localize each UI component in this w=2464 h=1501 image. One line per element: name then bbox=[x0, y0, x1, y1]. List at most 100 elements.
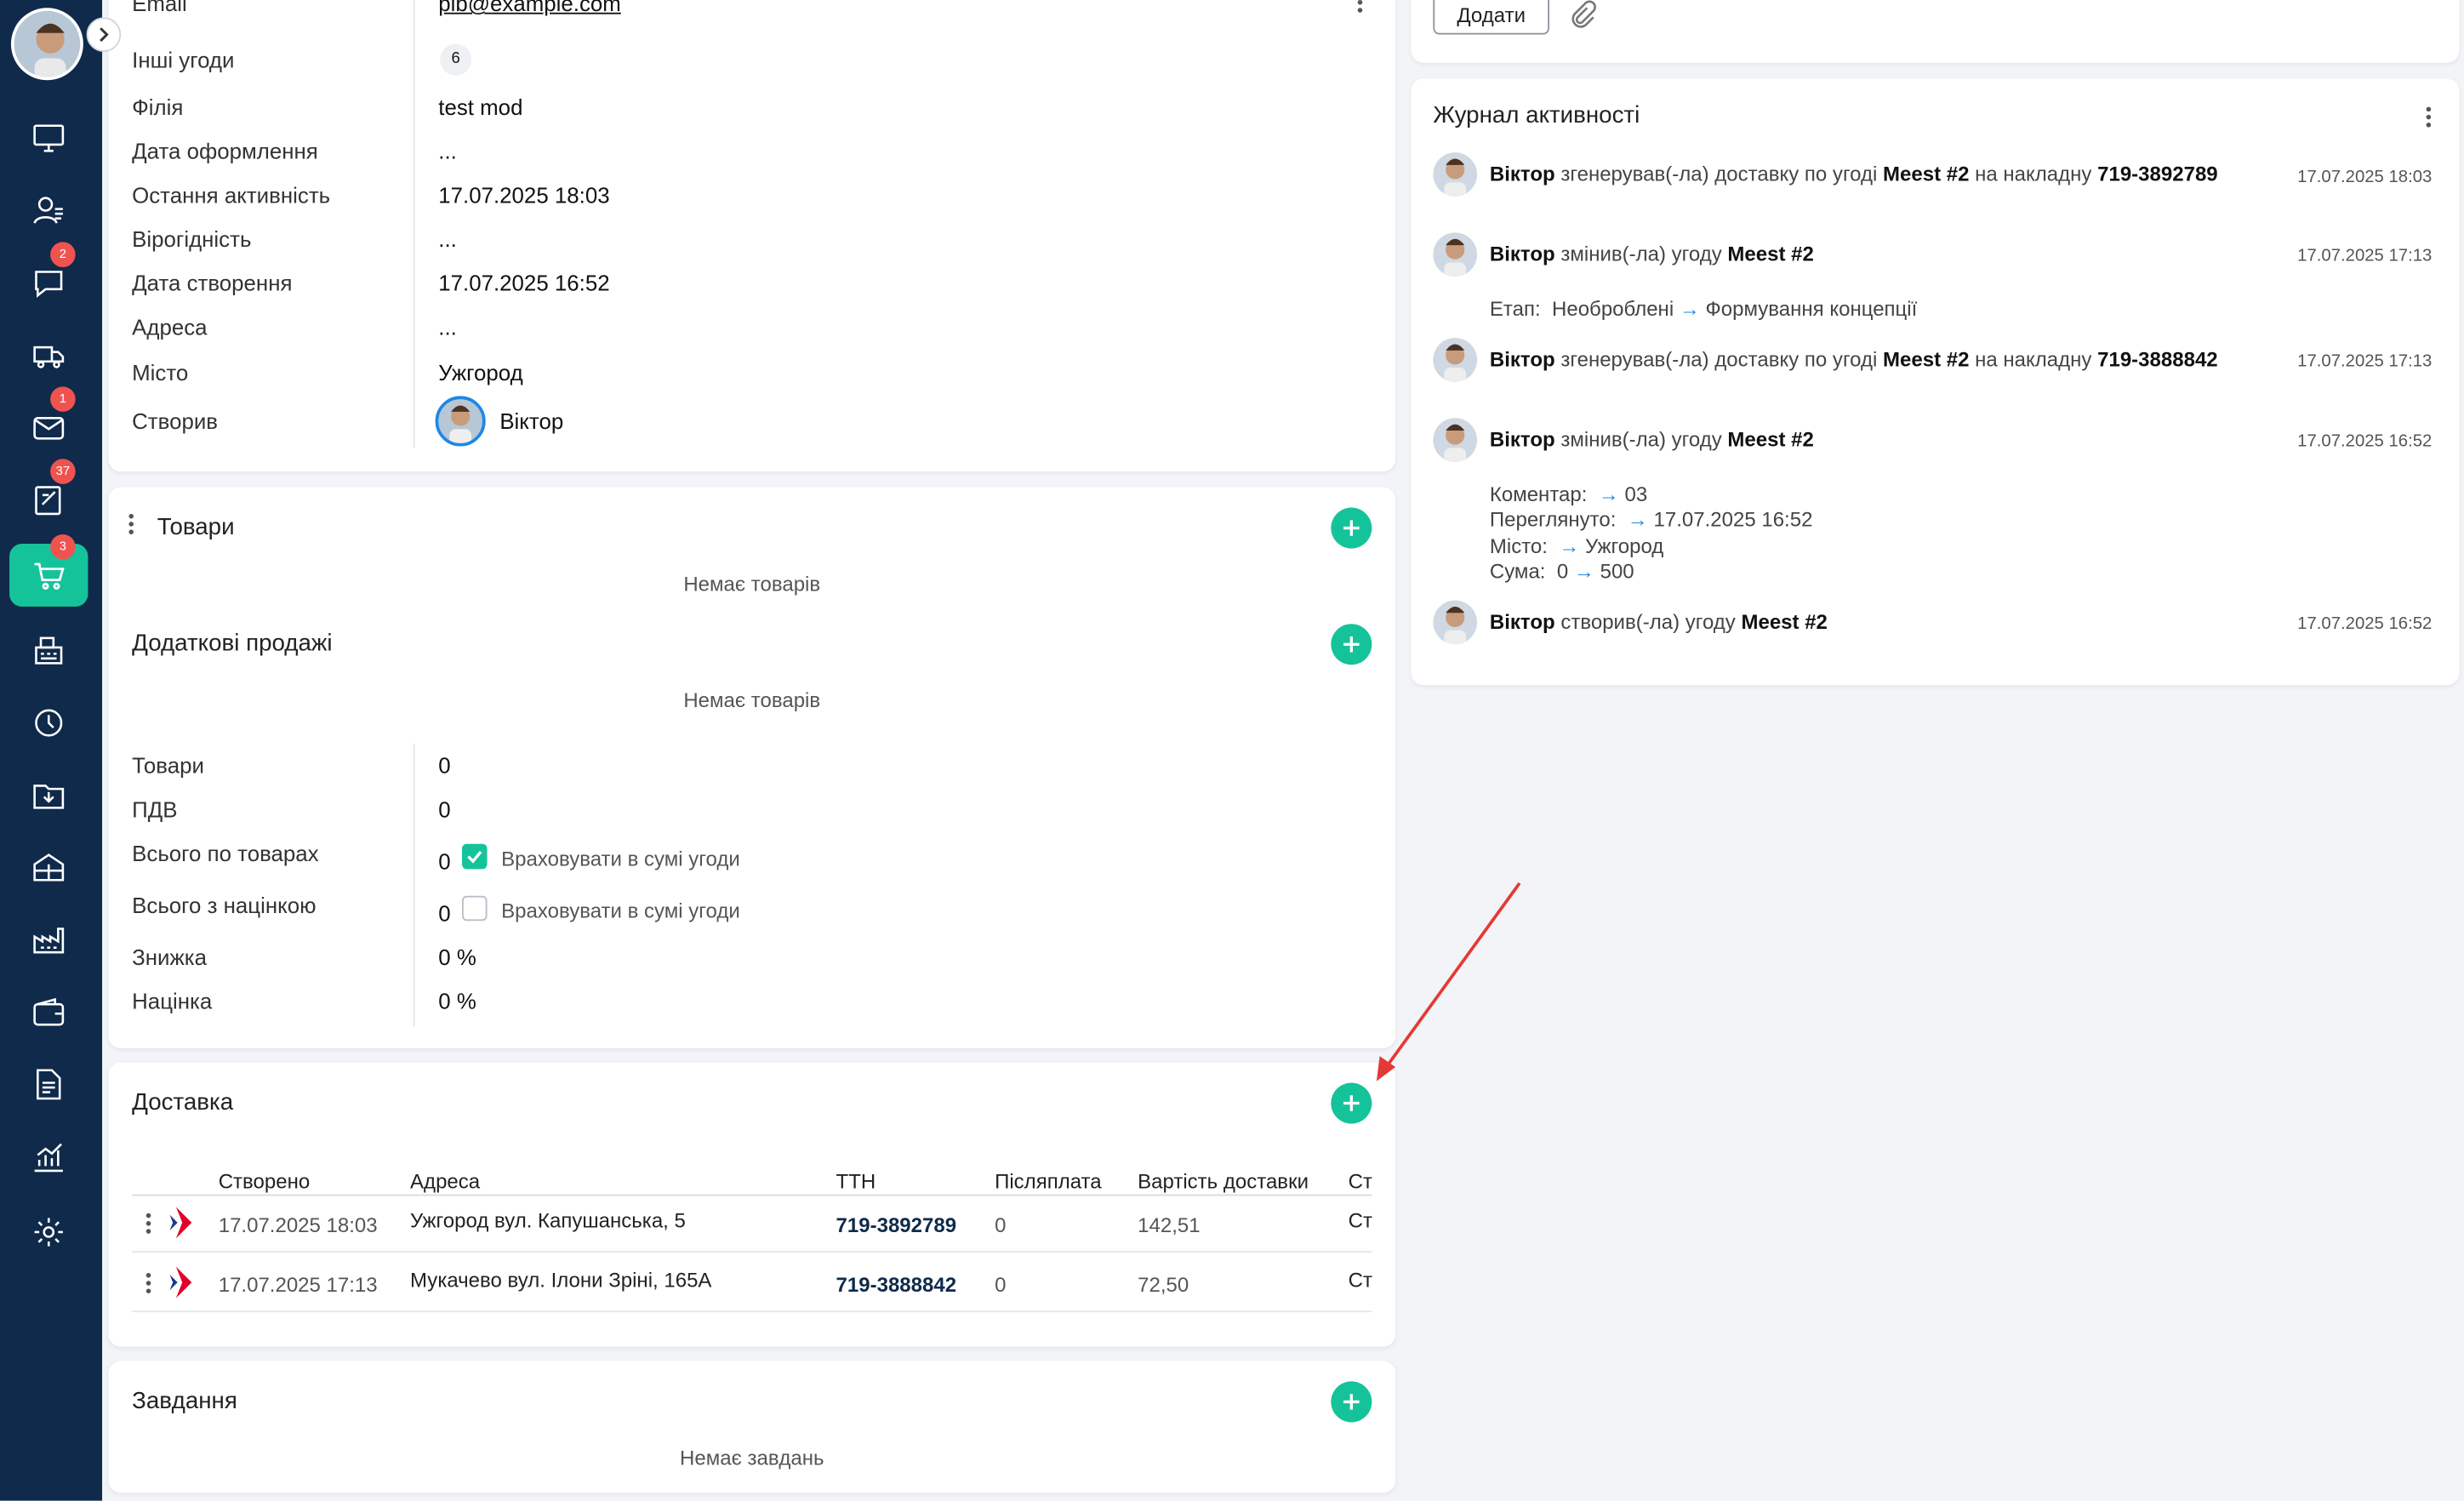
activity-action-mid: на накладну bbox=[1969, 162, 2098, 185]
nav-reports[interactable] bbox=[9, 1125, 88, 1188]
city-value[interactable]: Ужгород bbox=[438, 360, 522, 385]
add-task-button[interactable] bbox=[1331, 1381, 1372, 1423]
check-icon bbox=[467, 850, 482, 864]
nav-delivery[interactable] bbox=[9, 323, 88, 386]
address-label: Адреса bbox=[132, 314, 208, 340]
tasks-empty: Немає завдань bbox=[680, 1446, 824, 1470]
probability-value[interactable]: ... bbox=[438, 226, 457, 252]
row-menu-button[interactable] bbox=[145, 1213, 152, 1237]
activity-title: Журнал активності bbox=[1433, 102, 1640, 129]
mail-badge: 1 bbox=[50, 386, 76, 412]
order-date-label: Дата оформлення bbox=[132, 138, 318, 164]
activity-action: змінив(-ла) угоду bbox=[1554, 427, 1728, 452]
paperclip-icon[interactable] bbox=[1568, 0, 1596, 28]
nav-files[interactable] bbox=[9, 764, 88, 827]
probability-label: Вірогідність bbox=[132, 225, 252, 252]
add-comment-button[interactable]: Додати bbox=[1433, 0, 1550, 35]
cash-register-icon bbox=[35, 636, 63, 665]
nav-notes[interactable]: 37 bbox=[9, 459, 88, 531]
nav-contacts[interactable] bbox=[9, 180, 88, 243]
nav-mail[interactable]: 1 bbox=[9, 386, 88, 459]
add-product-button[interactable] bbox=[1331, 507, 1372, 549]
col-ttn[interactable]: ТТН bbox=[836, 1169, 876, 1193]
col-address[interactable]: Адреса bbox=[410, 1169, 480, 1193]
deal-details-card bbox=[108, 0, 1396, 472]
change-to: Ужгород bbox=[1585, 534, 1664, 558]
activity-deal-link[interactable]: Meest #2 bbox=[1727, 242, 1813, 265]
products-drag-handle[interactable] bbox=[128, 513, 134, 538]
chart-icon bbox=[34, 1143, 63, 1173]
activity-ttn-link[interactable]: 719-3892789 bbox=[2097, 162, 2218, 185]
summary-products-value: 0 bbox=[438, 752, 451, 779]
summary-discount-value[interactable]: 0 % bbox=[438, 945, 476, 970]
summary-markup-value[interactable]: 0 % bbox=[438, 989, 476, 1014]
tasks-card bbox=[108, 1361, 1396, 1493]
row-ttn-link[interactable]: 719-3888842 bbox=[836, 1273, 957, 1297]
activity-user[interactable]: Віктор bbox=[1490, 242, 1555, 265]
col-cod[interactable]: Післяплата bbox=[995, 1169, 1102, 1193]
order-date-value[interactable]: ... bbox=[438, 139, 457, 164]
activity-time: 17.07.2025 16:52 bbox=[2297, 431, 2433, 452]
col-created[interactable]: Створено bbox=[219, 1169, 310, 1193]
include-total-checkbox[interactable] bbox=[461, 843, 488, 870]
summary-total-value: 0 bbox=[438, 848, 451, 874]
folder-download-icon bbox=[33, 785, 65, 809]
summary-vat-value: 0 bbox=[438, 796, 451, 822]
change-field: Коментар: bbox=[1489, 482, 1588, 506]
row-cod: 0 bbox=[995, 1213, 1007, 1237]
nav-production[interactable] bbox=[9, 909, 88, 972]
email-link[interactable]: pib@example.com bbox=[438, 0, 621, 15]
activity-ttn-link[interactable]: 719-3888842 bbox=[2097, 347, 2218, 371]
add-extra-sale-button[interactable] bbox=[1331, 624, 1372, 665]
change-to: 17.07.2025 16:52 bbox=[1653, 507, 1813, 532]
activity-avatar bbox=[1433, 338, 1478, 382]
nav-history[interactable] bbox=[9, 692, 88, 755]
document-icon bbox=[37, 1069, 61, 1100]
nav-cashier[interactable] bbox=[9, 619, 88, 682]
user-avatar[interactable] bbox=[10, 8, 83, 81]
nav-documents[interactable] bbox=[9, 1053, 88, 1116]
row-status: Ст bbox=[1348, 1208, 1372, 1232]
nav-chat[interactable]: 2 bbox=[9, 242, 88, 315]
activity-time: 17.07.2025 17:13 bbox=[2297, 351, 2433, 371]
change-to: 500 bbox=[1600, 559, 1634, 584]
activity-action: створив(-ла) угоду bbox=[1554, 609, 1742, 634]
row-ttn-link[interactable]: 719-3892789 bbox=[836, 1213, 957, 1237]
activity-entry: Віктор згенерував(-ла) доставку по угоді… bbox=[1490, 347, 2218, 371]
nav-warehouse[interactable] bbox=[9, 836, 88, 899]
last-activity-label: Остання активність bbox=[132, 182, 331, 208]
activity-deal-link[interactable]: Meest #2 bbox=[1883, 162, 1969, 185]
creator-label: Створив bbox=[132, 408, 219, 434]
monitor-icon bbox=[33, 124, 65, 152]
chat-icon bbox=[35, 271, 63, 298]
nav-settings[interactable] bbox=[9, 1201, 88, 1264]
address-value[interactable]: ... bbox=[438, 314, 457, 340]
sidebar-expand-button[interactable] bbox=[86, 17, 122, 52]
row-menu-button[interactable] bbox=[145, 1272, 152, 1297]
col-status[interactable]: Ст bbox=[1349, 1169, 1372, 1193]
delivery-title: Доставка bbox=[132, 1088, 234, 1116]
email-label: Email bbox=[132, 0, 187, 16]
activity-change-detail: Коментар: → 03 bbox=[1490, 482, 1647, 506]
details-menu-button[interactable] bbox=[1357, 0, 1364, 15]
summary-markup-label: Націнка bbox=[132, 988, 213, 1014]
activity-user[interactable]: Віктор bbox=[1490, 427, 1555, 451]
creator-name: Віктор bbox=[499, 408, 564, 434]
include-markup-checkbox[interactable] bbox=[461, 895, 488, 922]
activity-user[interactable]: Віктор bbox=[1490, 347, 1555, 371]
contacts-icon bbox=[33, 197, 63, 224]
nav-deals[interactable]: 3 bbox=[9, 534, 88, 607]
activity-user[interactable]: Віктор bbox=[1490, 162, 1555, 185]
activity-deal-link[interactable]: Meest #2 bbox=[1727, 427, 1813, 451]
annotation-arrow-icon bbox=[1376, 882, 1521, 1082]
activity-deal-link[interactable]: Meest #2 bbox=[1741, 610, 1827, 634]
activity-user[interactable]: Віктор bbox=[1490, 610, 1555, 634]
activity-entry: Віктор змінив(-ла) угоду Meest #2 bbox=[1490, 427, 1814, 451]
activity-deal-link[interactable]: Meest #2 bbox=[1883, 347, 1969, 371]
nav-dashboard[interactable] bbox=[9, 107, 88, 170]
other-deals-count[interactable]: 6 bbox=[440, 43, 472, 76]
activity-menu-button[interactable] bbox=[2426, 106, 2433, 131]
created-date-label: Дата створення bbox=[132, 270, 293, 296]
nav-finance[interactable] bbox=[9, 980, 88, 1043]
col-cost[interactable]: Вартість доставки bbox=[1138, 1169, 1309, 1193]
